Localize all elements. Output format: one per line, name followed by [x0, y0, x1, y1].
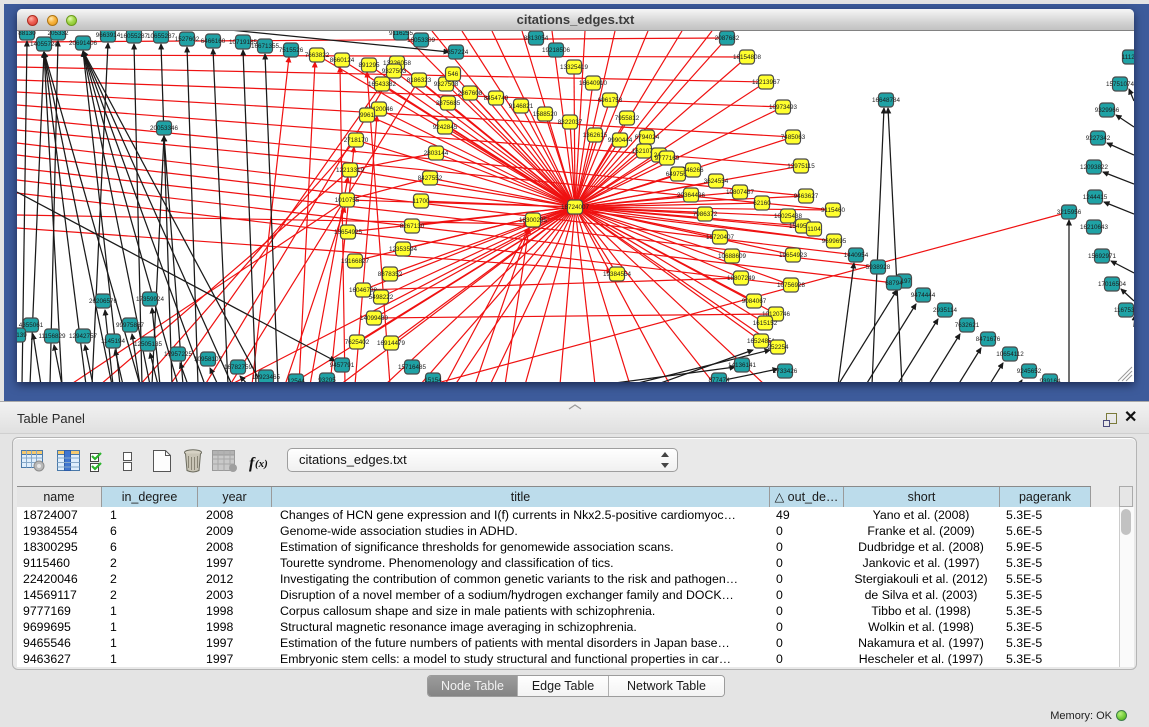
svg-text:(x): (x): [255, 458, 268, 470]
